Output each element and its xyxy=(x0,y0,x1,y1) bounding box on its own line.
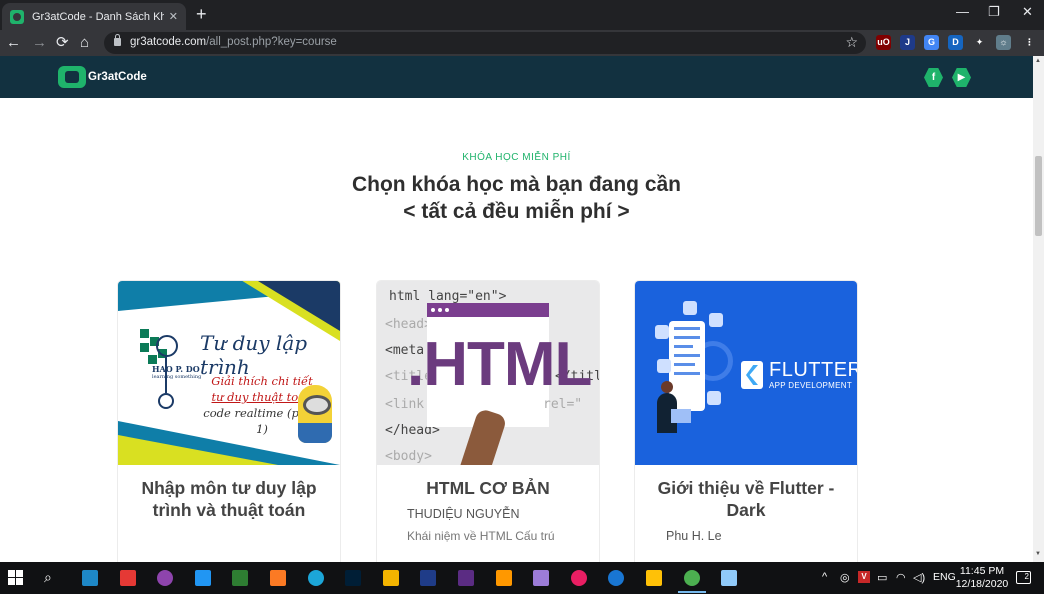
task-view-icon[interactable] xyxy=(82,570,98,586)
vs-app-icon[interactable] xyxy=(420,570,437,586)
tab-close-icon[interactable]: ✕ xyxy=(169,10,178,23)
menu-icon[interactable]: ⋮ xyxy=(1022,35,1037,50)
course-excerpt: Khái niệm về HTML Cấu trú xyxy=(407,529,555,543)
forward-button[interactable]: → xyxy=(32,34,47,51)
course-card-tu-duy[interactable]: HAO P. DO learning something Tư duy lập t… xyxy=(118,281,340,571)
url-text[interactable]: gr3atcode.com/all_post.php?key=course xyxy=(130,36,337,48)
browser-tab-strip: Gr3atCode - Danh Sách Khóa Họ ✕ + — ❐ ✕ xyxy=(0,0,1044,30)
address-bar[interactable]: gr3atcode.com/all_post.php?key=course ☆ xyxy=(104,32,866,54)
browser-tab-active[interactable]: Gr3atCode - Danh Sách Khóa Họ ✕ xyxy=(2,3,186,30)
vivaldi-icon[interactable]: V xyxy=(858,571,870,583)
course-thumbnail[interactable]: FLUTTER APP DEVELOPMENT xyxy=(635,281,857,465)
dev-app-icon[interactable] xyxy=(458,570,474,586)
tab-title: Gr3atCode - Danh Sách Khóa Họ xyxy=(32,10,164,23)
j-extension-icon[interactable]: J xyxy=(900,35,915,50)
site-logo[interactable]: Gr3atCode xyxy=(58,65,147,89)
oo-app-icon[interactable] xyxy=(570,570,587,586)
site-header: Gr3atCode f ▶ xyxy=(0,56,1033,98)
network-app-icon[interactable] xyxy=(194,570,211,586)
logo-text: Gr3atCode xyxy=(88,71,147,83)
blue-circle-app-icon[interactable] xyxy=(608,570,625,586)
switch-app-icon[interactable] xyxy=(533,570,550,586)
tools-app-icon[interactable] xyxy=(382,570,399,586)
windows-start-icon[interactable] xyxy=(8,570,23,585)
app-icon xyxy=(707,391,721,405)
battery-icon[interactable]: ▭ xyxy=(877,571,887,584)
lock-icon[interactable] xyxy=(114,34,121,46)
home-button[interactable]: ⌂ xyxy=(80,34,89,51)
language-indicator[interactable]: ENG xyxy=(933,571,956,583)
reload-button[interactable]: ⟳ xyxy=(56,34,69,51)
course-thumbnail[interactable]: html lang="en"> <head> <meta <title <lin… xyxy=(377,281,599,465)
upload-icon xyxy=(683,301,697,315)
heading-line-1: Chọn khóa học mà bạn đang cần xyxy=(351,173,682,196)
code-line: <body> xyxy=(385,449,432,464)
back-button[interactable]: ← xyxy=(6,34,21,51)
profile-avatar-icon[interactable]: ☼ xyxy=(996,35,1011,50)
laptop-illustration xyxy=(671,409,691,423)
notification-center-icon[interactable]: 2 xyxy=(1016,571,1031,584)
page-scrollbar[interactable]: ▲ ▼ xyxy=(1033,56,1044,562)
volume-icon[interactable]: ◁) xyxy=(913,571,925,584)
photoshop-icon[interactable] xyxy=(345,570,362,586)
file-explorer-icon[interactable] xyxy=(646,570,662,586)
course-title[interactable]: HTML CƠ BẢN xyxy=(377,465,599,499)
scroll-down-icon[interactable]: ▼ xyxy=(1035,551,1041,557)
favicon-icon xyxy=(10,9,24,24)
close-window-button[interactable]: ✕ xyxy=(1022,4,1033,20)
search-icon[interactable]: ⌕ xyxy=(44,569,52,586)
code-line: html lang="en"> xyxy=(389,289,507,304)
course-card-flutter[interactable]: FLUTTER APP DEVELOPMENT Giới thiệu về Flu… xyxy=(635,281,857,571)
facebook-icon[interactable]: f xyxy=(924,68,943,87)
flutter-logo-icon xyxy=(741,361,763,389)
app-icon xyxy=(655,325,669,339)
youtube-icon[interactable]: ▶ xyxy=(952,68,971,87)
notes-app-icon[interactable] xyxy=(721,570,738,586)
course-title[interactable]: Giới thiệu về Flutter - Dark xyxy=(635,465,857,521)
shield-icon xyxy=(709,313,723,327)
tray-overflow-icon[interactable]: ^ xyxy=(822,571,827,583)
html-big-text: .HTML xyxy=(407,330,592,399)
sublime-icon[interactable] xyxy=(495,570,512,586)
edge-icon[interactable] xyxy=(307,570,324,586)
green-app-icon[interactable] xyxy=(232,570,249,586)
restore-button[interactable]: ❐ xyxy=(988,4,1000,20)
ublock-icon[interactable]: uO xyxy=(876,35,891,50)
new-tab-button[interactable]: + xyxy=(196,5,207,23)
section-kicker: KHÓA HỌC MIỄN PHÍ xyxy=(462,152,571,163)
xampp-icon[interactable] xyxy=(270,570,286,586)
app-red-green-icon[interactable] xyxy=(119,570,136,586)
section-heading: Chọn khóa học mà bạn đang cần < tất cả đ… xyxy=(0,171,1033,225)
thumb-brand: HAO P. DO learning something xyxy=(152,364,202,380)
translate-icon[interactable]: G xyxy=(924,35,939,50)
course-title[interactable]: Nhập môn tư duy lập trình và thuật toán xyxy=(118,465,340,521)
logo-mark-icon xyxy=(58,66,86,88)
course-card-html[interactable]: html lang="en"> <head> <meta <title <lin… xyxy=(377,281,599,571)
heading-line-2: < tất cả đều miễn phí > xyxy=(403,200,630,223)
windows-taskbar: ⌕ ^ ◎ V ▭ ◠ ◁) ENG 11:45 PM 12/18/2020 2 xyxy=(0,562,1044,594)
course-author: THUDIỆU NGUYỄN xyxy=(407,507,520,521)
minimize-button[interactable]: — xyxy=(956,4,969,19)
scroll-up-icon[interactable]: ▲ xyxy=(1035,58,1041,64)
course-author: Phu H. Le xyxy=(666,529,722,543)
puzzle-icon[interactable]: ✦ xyxy=(972,35,987,50)
thumb-headline: Tư duy lập trình xyxy=(200,331,308,379)
bookmark-star-icon[interactable]: ☆ xyxy=(845,34,858,51)
wifi-icon[interactable]: ◠ xyxy=(896,571,906,584)
flutter-badge: FLUTTER APP DEVELOPMENT xyxy=(741,353,857,397)
app-icon xyxy=(657,359,671,373)
course-thumbnail[interactable]: HAO P. DO learning something Tư duy lập t… xyxy=(118,281,340,465)
taskbar-clock[interactable]: 11:45 PM 12/18/2020 xyxy=(954,565,1010,591)
chrome-icon[interactable] xyxy=(677,570,706,593)
minion-illustration xyxy=(298,385,332,443)
meet-now-icon[interactable]: ◎ xyxy=(840,571,850,584)
app-purple-icon[interactable] xyxy=(157,570,174,586)
scrollbar-thumb[interactable] xyxy=(1035,156,1042,236)
d-extension-icon[interactable]: D xyxy=(948,35,963,50)
